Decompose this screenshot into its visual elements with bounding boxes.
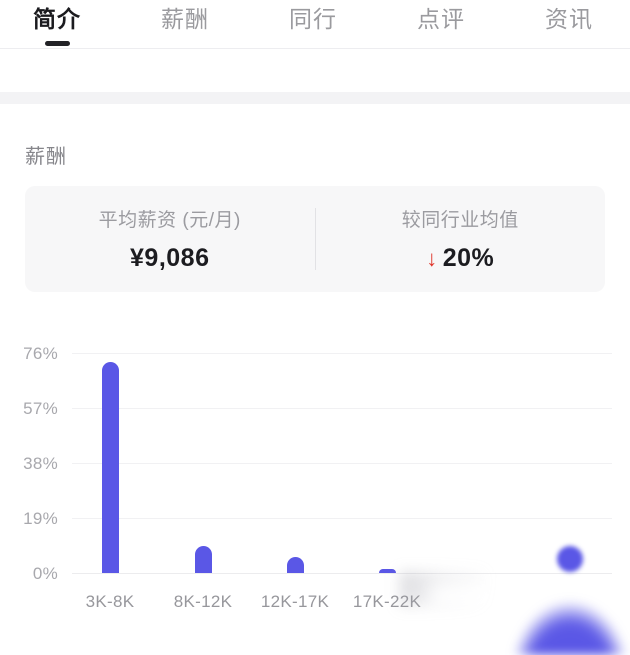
chart-baseline bbox=[72, 573, 612, 574]
salary-summary-card: 平均薪资 (元/月) ¥9,086 较同行业均值 ↓ 20% bbox=[25, 186, 605, 292]
tab-label: 资讯 bbox=[545, 6, 593, 32]
tab-label: 薪酬 bbox=[161, 6, 209, 32]
section-title-salary: 薪酬 bbox=[25, 146, 67, 168]
tab-jianjie[interactable]: 简介 bbox=[33, 0, 81, 48]
section-separator-band bbox=[0, 92, 630, 104]
chart-bar[interactable] bbox=[194, 545, 212, 573]
arrow-down-icon: ↓ bbox=[426, 245, 438, 271]
chart-gridline bbox=[72, 408, 612, 409]
tab-label: 同行 bbox=[289, 6, 337, 32]
average-salary-label: 平均薪资 (元/月) bbox=[98, 210, 241, 231]
y-axis-tick-label: 38% bbox=[23, 454, 58, 473]
tab-zixun[interactable]: 资讯 bbox=[545, 0, 593, 48]
x-axis-tick-label: 8K-12K bbox=[173, 592, 233, 611]
chart-gridline-row: 38% bbox=[0, 454, 630, 473]
y-axis-tick-label: 76% bbox=[23, 344, 58, 363]
chart-gridline bbox=[72, 518, 612, 519]
industry-comparison-block: 较同行业均值 ↓ 20% bbox=[316, 205, 606, 273]
tab-dianping[interactable]: 点评 bbox=[417, 0, 465, 48]
tab-active-indicator bbox=[557, 41, 582, 46]
average-salary-block: 平均薪资 (元/月) ¥9,086 bbox=[25, 205, 315, 273]
chart-bar[interactable] bbox=[378, 568, 396, 573]
tab-tonghang[interactable]: 同行 bbox=[289, 0, 337, 48]
x-axis-tick-label: 17K-22K bbox=[352, 592, 422, 611]
tab-label: 简介 bbox=[33, 6, 81, 32]
chart-gridline bbox=[72, 463, 612, 464]
tab-active-indicator bbox=[44, 41, 70, 46]
tab-active-indicator bbox=[429, 41, 454, 46]
x-axis-tick-label: 12K-17K bbox=[260, 592, 330, 611]
chart-bar[interactable] bbox=[101, 361, 119, 573]
chart-gridline-row: 0% bbox=[0, 564, 630, 583]
industry-comparison-value: ↓ 20% bbox=[426, 244, 494, 273]
y-axis-tick-label: 19% bbox=[23, 509, 58, 528]
salary-distribution-chart: 0% 19% 38% 57% 76% 3K-8K 8K-12K 12K-17K 17K-22K bbox=[0, 330, 630, 611]
chart-gridline-row: 76% bbox=[0, 344, 630, 363]
tab-active-indicator bbox=[301, 41, 326, 46]
chart-gridline-row: 57% bbox=[0, 399, 630, 418]
y-axis-tick-label: 0% bbox=[32, 564, 58, 583]
tab-label: 点评 bbox=[417, 6, 465, 32]
chart-gridline bbox=[72, 353, 612, 354]
y-axis-tick-label: 57% bbox=[23, 399, 58, 418]
tab-bar: 简介 薪酬 同行 点评 资讯 bbox=[0, 0, 630, 49]
average-salary-value: ¥9,086 bbox=[130, 244, 210, 272]
tab-xinchou[interactable]: 薪酬 bbox=[161, 0, 209, 48]
x-axis-tick-label: 3K-8K bbox=[85, 592, 135, 611]
chart-bar[interactable] bbox=[286, 557, 304, 573]
industry-comparison-percent: 20% bbox=[442, 244, 495, 272]
tab-active-indicator bbox=[173, 41, 198, 46]
industry-comparison-label: 较同行业均值 bbox=[401, 210, 519, 231]
chart-gridline-row: 19% bbox=[0, 509, 630, 528]
